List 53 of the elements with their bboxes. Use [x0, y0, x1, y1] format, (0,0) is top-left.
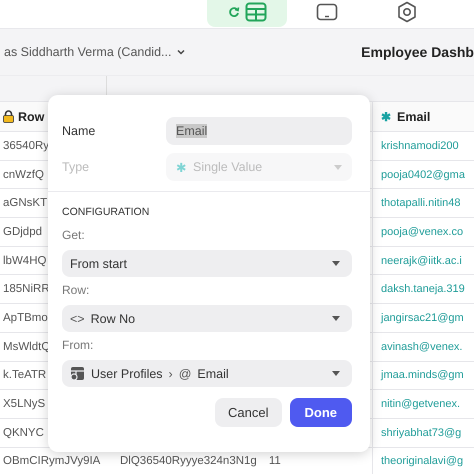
table-cell: lbW4HQ — [3, 254, 46, 267]
field-label: Name — [62, 124, 96, 138]
chevron-down-icon — [177, 49, 186, 55]
refresh-icon — [228, 6, 240, 18]
field-label: From: — [62, 338, 94, 352]
table-cell: jmaa.minds@gm — [381, 369, 464, 382]
dashboard-title: Employee Dashb — [361, 44, 474, 60]
table-cell: GDjdpd — [3, 226, 42, 238]
table-cell: daksh.taneja.319 — [381, 283, 465, 296]
table-cell: pooja0402@gma — [381, 168, 465, 181]
table-cell: ApTBmo — [3, 312, 48, 324]
table-cell: X5LNyS — [3, 398, 46, 410]
table-cell: 36540Ry — [3, 140, 50, 152]
table-cell: thotapalli.nitin48 — [381, 197, 461, 210]
table-cell: 11 — [268, 455, 281, 468]
user-selector[interactable]: as Siddharth Verma (Candid... — [4, 45, 186, 59]
field-label: Type — [62, 160, 90, 174]
table-cell: OBmCIRymJVy9IA — [3, 455, 100, 468]
settings-icon — [397, 0, 417, 22]
table-cell: DlQ36540Ryyye324n3N1g — [120, 455, 257, 468]
caret-icon — [332, 261, 340, 266]
cancel-button[interactable]: Cancel — [215, 398, 282, 427]
table-cell: aGNsKT — [3, 197, 48, 210]
table-cell: nitin@getvenex. — [381, 398, 460, 410]
table-cell: jangirsac21@gm — [381, 312, 464, 324]
caret-icon — [332, 371, 340, 376]
table-icon — [70, 366, 85, 381]
column-header[interactable]: Row — [18, 110, 44, 124]
table-cell: krishnamodi200 — [381, 140, 459, 152]
field-label: Get: — [62, 228, 86, 242]
table-cell: k.TeATR — [3, 369, 46, 382]
table-cell: shriyabhat73@g — [381, 426, 462, 439]
table-cell: theoriginalavi@g — [381, 455, 464, 468]
dropdown-select[interactable]: From start — [62, 250, 352, 277]
tablet-icon — [316, 2, 338, 20]
column-header[interactable]: Email — [397, 110, 430, 124]
table-cell: neerajk@iitk.ac.i — [381, 254, 462, 267]
dropdown-select[interactable]: <> Row No — [62, 305, 352, 332]
section-heading: CONFIGURATION — [62, 206, 150, 218]
table-cell: 185NiRR — [3, 283, 50, 296]
table-cell: avinash@venex. — [381, 340, 462, 353]
asterisk-icon: ✱ — [381, 110, 391, 124]
done-button[interactable]: Done — [290, 398, 352, 427]
lock-icon — [3, 110, 14, 123]
name-field[interactable]: Email — [166, 117, 352, 145]
table-cell: cnWzfQ — [3, 168, 44, 181]
dropdown-select[interactable]: User Profiles › @ Email — [62, 360, 352, 387]
table-icon — [244, 2, 266, 22]
field-label: Row: — [62, 283, 90, 297]
caret-icon — [334, 164, 342, 170]
caret-icon — [332, 316, 340, 321]
table-cell: QKNYC — [3, 426, 44, 439]
table-cell: pooja@venex.co — [381, 226, 464, 238]
